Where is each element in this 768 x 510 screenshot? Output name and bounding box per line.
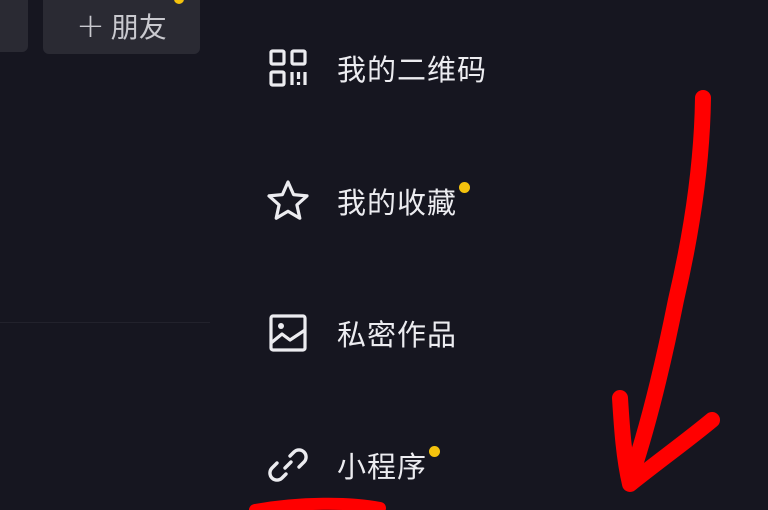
notification-dot [429, 446, 441, 457]
star-icon [266, 179, 310, 223]
menu-item-my-favorites[interactable]: 我的收藏 [266, 173, 471, 229]
notification-dot [459, 182, 471, 193]
add-friend-button[interactable]: + 朋友 [43, 0, 200, 54]
background-page: + 朋友 [0, 0, 238, 510]
partial-button[interactable] [0, 0, 28, 52]
menu-item-mini-programs[interactable]: 小程序 [266, 437, 441, 493]
side-drawer-menu: 我的二维码 我的收藏 私密作品 小程序 [238, 0, 768, 510]
menu-item-my-qr-code[interactable]: 我的二维码 [266, 40, 487, 96]
qr-code-icon [266, 46, 310, 90]
image-icon [266, 311, 310, 355]
add-friend-label: 朋友 [110, 11, 167, 44]
menu-item-label: 我的收藏 [337, 180, 471, 222]
menu-item-label: 私密作品 [337, 318, 458, 352]
menu-item-label: 小程序 [337, 444, 441, 486]
menu-item-label: 我的二维码 [337, 53, 488, 87]
menu-item-private-works[interactable]: 私密作品 [266, 305, 457, 361]
plus-icon: + [76, 6, 105, 46]
screen: + 朋友 我的二维码 我的收藏 私密作品 小程序 [0, 0, 768, 510]
divider [0, 322, 210, 323]
link-icon [266, 443, 310, 487]
